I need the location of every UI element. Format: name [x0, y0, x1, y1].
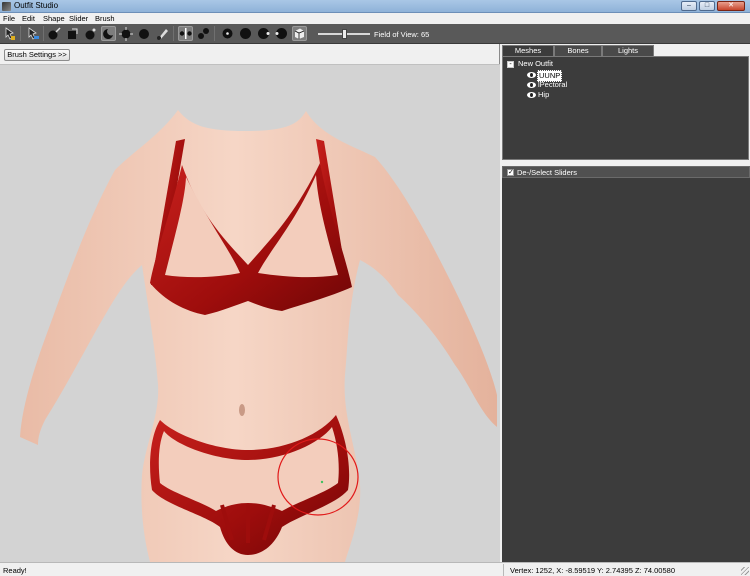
sphere-xlarge-icon[interactable] — [274, 26, 289, 41]
color-brush-icon[interactable] — [155, 26, 170, 41]
connected-toggle-icon[interactable] — [196, 26, 211, 41]
title-bar: Outfit Studio – □ ✕ — [0, 0, 750, 13]
model-render — [20, 110, 497, 562]
menu-slider[interactable]: Slider — [69, 14, 88, 23]
sphere-small-icon[interactable] — [220, 26, 235, 41]
menu-bar: File Edit Shape Slider Brush — [0, 13, 750, 24]
maximize-button[interactable]: □ — [699, 1, 715, 11]
select-tool-icon[interactable] — [2, 26, 17, 41]
mask-brush-icon[interactable] — [47, 26, 62, 41]
sliders-header: ✓ De-/Select Sliders — [502, 166, 750, 178]
3d-viewport[interactable] — [0, 65, 500, 562]
collapse-icon[interactable]: - — [507, 61, 514, 68]
toolbar-separator — [173, 26, 174, 41]
cube-view-icon[interactable] — [292, 26, 307, 41]
tab-lights[interactable]: Lights — [602, 45, 654, 56]
sliders-list[interactable] — [502, 178, 750, 562]
window-title: Outfit Studio — [14, 1, 59, 10]
eye-icon[interactable] — [527, 82, 536, 88]
inflate-brush-icon[interactable] — [65, 26, 80, 41]
eye-icon[interactable] — [527, 92, 536, 98]
field-of-view-label: Field of View: 65 — [374, 30, 430, 39]
select-sliders-checkbox[interactable]: ✓ — [507, 169, 514, 176]
toolbar: Field of View: 65 — [0, 24, 750, 44]
brush-cursor-center — [320, 480, 324, 484]
deflate-brush-icon[interactable] — [83, 26, 98, 41]
toolbar-separator — [43, 26, 44, 41]
minimize-button[interactable]: – — [681, 1, 697, 11]
viewport-panel: Brush Settings >> — [0, 44, 500, 562]
slider-thumb[interactable] — [342, 29, 347, 39]
side-panel: Meshes Bones Lights - New Outfit UUNP lP… — [500, 44, 750, 562]
menu-shape[interactable]: Shape — [43, 14, 65, 23]
navel — [239, 404, 245, 416]
smooth-brush-icon[interactable] — [119, 26, 134, 41]
resize-grip[interactable] — [741, 567, 749, 575]
weight-brush-icon[interactable] — [137, 26, 152, 41]
vertex-readout: Vertex: 1252, X: -8.59519 Y: 2.74395 Z: … — [510, 566, 675, 575]
menu-edit[interactable]: Edit — [22, 14, 35, 23]
toolbar-separator — [214, 26, 215, 41]
transform-tool-icon[interactable] — [25, 26, 40, 41]
toolbar-separator — [20, 26, 21, 41]
mirror-toggle-icon[interactable] — [178, 26, 193, 41]
tab-meshes[interactable]: Meshes — [502, 45, 554, 56]
sphere-medium-icon[interactable] — [238, 26, 253, 41]
menu-file[interactable]: File — [3, 14, 15, 23]
eye-icon[interactable] — [527, 72, 536, 78]
tree-root-label: New Outfit — [518, 59, 554, 68]
mesh-tree: - New Outfit UUNP lPectoral Hip — [502, 56, 749, 160]
move-brush-icon[interactable] — [101, 26, 116, 41]
brush-settings-button[interactable]: Brush Settings >> — [4, 49, 70, 61]
app-icon — [2, 2, 11, 11]
status-separator — [503, 564, 504, 576]
status-bar: Ready! Vertex: 1252, X: -8.59519 Y: 2.74… — [0, 562, 750, 576]
tab-bar: Meshes Bones Lights — [500, 44, 750, 56]
sphere-large-icon[interactable] — [256, 26, 271, 41]
tree-item-label: lPectoral — [538, 80, 568, 89]
close-button[interactable]: ✕ — [717, 1, 745, 11]
tree-item-label: Hip — [538, 90, 550, 99]
tab-bones[interactable]: Bones — [554, 45, 602, 56]
status-text: Ready! — [3, 566, 27, 575]
menu-brush[interactable]: Brush — [95, 14, 115, 23]
field-of-view-slider[interactable] — [318, 29, 370, 39]
select-sliders-label: De-/Select Sliders — [517, 168, 578, 177]
